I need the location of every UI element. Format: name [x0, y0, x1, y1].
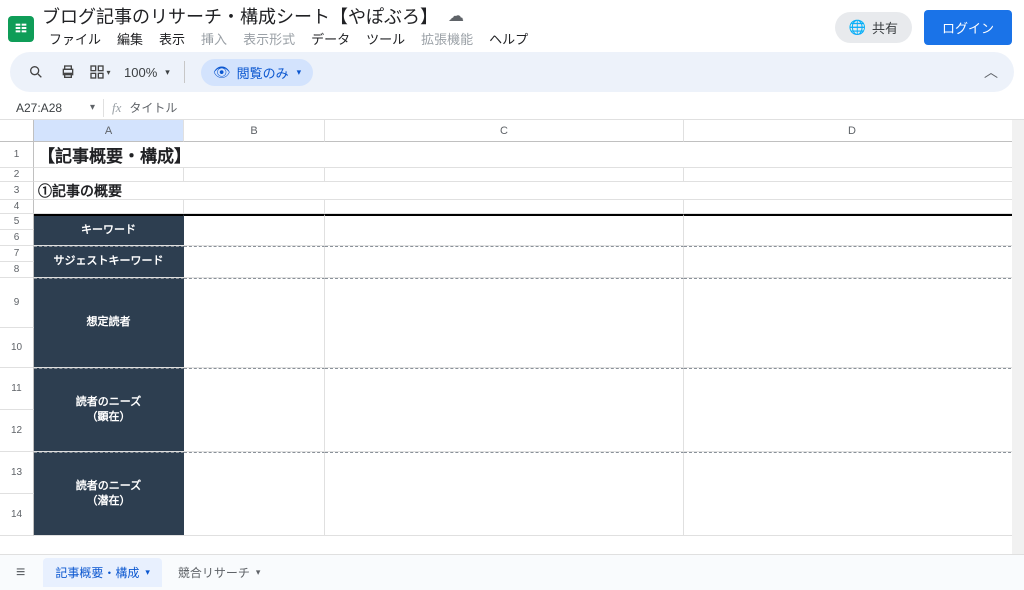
view-only-label: 閲覧のみ — [237, 63, 289, 82]
row-header-1[interactable]: 1 — [0, 142, 34, 168]
sheet-tab-bar: ≡ 記事概要・構成 ▾ 競合リサーチ ▾ — [0, 554, 1024, 590]
doc-title[interactable]: ブログ記事のリサーチ・構成シート【やぽぶろ】 — [42, 3, 438, 29]
menu-ファイル[interactable]: ファイル — [42, 27, 108, 50]
globe-icon: 🌐 — [849, 19, 866, 36]
menu-挿入: 挿入 — [194, 27, 234, 50]
formula-bar: A27:A28 ▾ fx タイトル — [0, 96, 1024, 120]
col-header-D[interactable]: D — [684, 120, 1021, 142]
cell[interactable] — [34, 168, 184, 181]
row-header-14[interactable]: 14 — [0, 494, 34, 536]
sheet-tab-記事概要・構成[interactable]: 記事概要・構成 ▾ — [43, 558, 162, 587]
label-cell-row5[interactable]: キーワード — [34, 214, 184, 245]
eye-icon: 👁 — [213, 64, 231, 81]
zoom-select[interactable]: 100%▾ — [118, 65, 176, 80]
row-header-2[interactable]: 2 — [0, 168, 34, 182]
collapse-toolbar-icon[interactable]: ︿ — [980, 58, 1002, 86]
name-box-dropdown-icon[interactable]: ▾ — [90, 102, 95, 113]
row-header-12[interactable]: 12 — [0, 410, 34, 452]
cell[interactable] — [325, 278, 684, 367]
vertical-scrollbar[interactable] — [1012, 120, 1024, 554]
formula-input[interactable]: タイトル — [129, 99, 1014, 116]
col-header-C[interactable]: C — [325, 120, 684, 142]
name-box[interactable]: A27:A28 — [10, 99, 88, 117]
row-header-5[interactable]: 5 — [0, 214, 34, 230]
cell[interactable] — [325, 452, 684, 535]
row-header-11[interactable]: 11 — [0, 368, 34, 410]
cell[interactable] — [684, 368, 1021, 451]
login-button[interactable]: ログイン — [924, 10, 1012, 45]
view-only-badge[interactable]: 👁 閲覧のみ ▾ — [201, 59, 313, 86]
print-icon[interactable] — [54, 58, 82, 86]
label-cell-row13[interactable]: 読者のニーズ（潜在） — [34, 452, 184, 535]
cell[interactable] — [684, 452, 1021, 535]
cell[interactable] — [684, 214, 1021, 245]
sheet-tab-label: 記事概要・構成 — [55, 564, 139, 581]
fx-icon: fx — [112, 100, 121, 116]
toolbar: ▾ 100%▾ 👁 閲覧のみ ▾ ︿ — [10, 52, 1014, 92]
row-header-7[interactable]: 7 — [0, 246, 34, 262]
sheet-tab-label: 競合リサーチ — [178, 564, 250, 581]
sheets-logo[interactable] — [8, 16, 34, 42]
row-header-6[interactable]: 6 — [0, 230, 34, 246]
share-button[interactable]: 🌐 共有 — [835, 12, 912, 43]
cell[interactable] — [184, 452, 325, 535]
cell[interactable] — [184, 168, 325, 181]
row-header-10[interactable]: 10 — [0, 328, 34, 368]
menu-ツール[interactable]: ツール — [359, 27, 412, 50]
menu-データ[interactable]: データ — [304, 27, 357, 50]
cell[interactable] — [184, 278, 325, 367]
sheet-tab-競合リサーチ[interactable]: 競合リサーチ ▾ — [166, 558, 273, 587]
cell[interactable] — [325, 214, 684, 245]
col-header-A[interactable]: A — [34, 120, 184, 142]
menu-表示[interactable]: 表示 — [152, 27, 192, 50]
cell[interactable] — [184, 246, 325, 277]
label-cell-row11[interactable]: 読者のニーズ（顕在） — [34, 368, 184, 451]
menu-bar: ファイル編集表示挿入表示形式データツール拡張機能ヘルプ — [42, 27, 835, 49]
cell[interactable] — [325, 368, 684, 451]
cell[interactable] — [325, 200, 684, 213]
cell[interactable] — [184, 200, 325, 213]
spreadsheet-grid[interactable]: 1234567891011121314 ABCD 【記事概要・構成】①記事の概要… — [0, 120, 1024, 554]
menu-ヘルプ[interactable]: ヘルプ — [482, 27, 535, 50]
cell[interactable] — [325, 246, 684, 277]
cell[interactable] — [184, 368, 325, 451]
menu-拡張機能: 拡張機能 — [414, 27, 480, 50]
row-header-4[interactable]: 4 — [0, 200, 34, 214]
heading-cell-row3[interactable]: ①記事の概要 — [34, 182, 1021, 199]
col-header-B[interactable]: B — [184, 120, 325, 142]
cell[interactable] — [34, 200, 184, 213]
row-header-8[interactable]: 8 — [0, 262, 34, 278]
cell[interactable] — [184, 214, 325, 245]
menu-編集[interactable]: 編集 — [110, 27, 150, 50]
row-header-9[interactable]: 9 — [0, 278, 34, 328]
filter-icon[interactable]: ▾ — [86, 58, 114, 86]
select-all-corner[interactable] — [0, 120, 34, 142]
chevron-down-icon[interactable]: ▾ — [256, 567, 261, 578]
heading-cell-row1[interactable]: 【記事概要・構成】 — [34, 142, 1021, 167]
label-cell-row7[interactable]: サジェストキーワード — [34, 246, 184, 277]
all-sheets-icon[interactable]: ≡ — [16, 564, 25, 582]
row-header-3[interactable]: 3 — [0, 182, 34, 200]
menu-表示形式: 表示形式 — [236, 27, 302, 50]
cell[interactable] — [325, 168, 684, 181]
search-icon[interactable] — [22, 58, 50, 86]
cell[interactable] — [684, 278, 1021, 367]
label-cell-row9[interactable]: 想定読者 — [34, 278, 184, 367]
cell[interactable] — [684, 168, 1021, 181]
cell[interactable] — [684, 200, 1021, 213]
cell[interactable] — [684, 246, 1021, 277]
cloud-status-icon: ☁ — [448, 6, 464, 26]
row-header-13[interactable]: 13 — [0, 452, 34, 494]
chevron-down-icon[interactable]: ▾ — [145, 567, 150, 578]
share-label: 共有 — [872, 18, 898, 37]
